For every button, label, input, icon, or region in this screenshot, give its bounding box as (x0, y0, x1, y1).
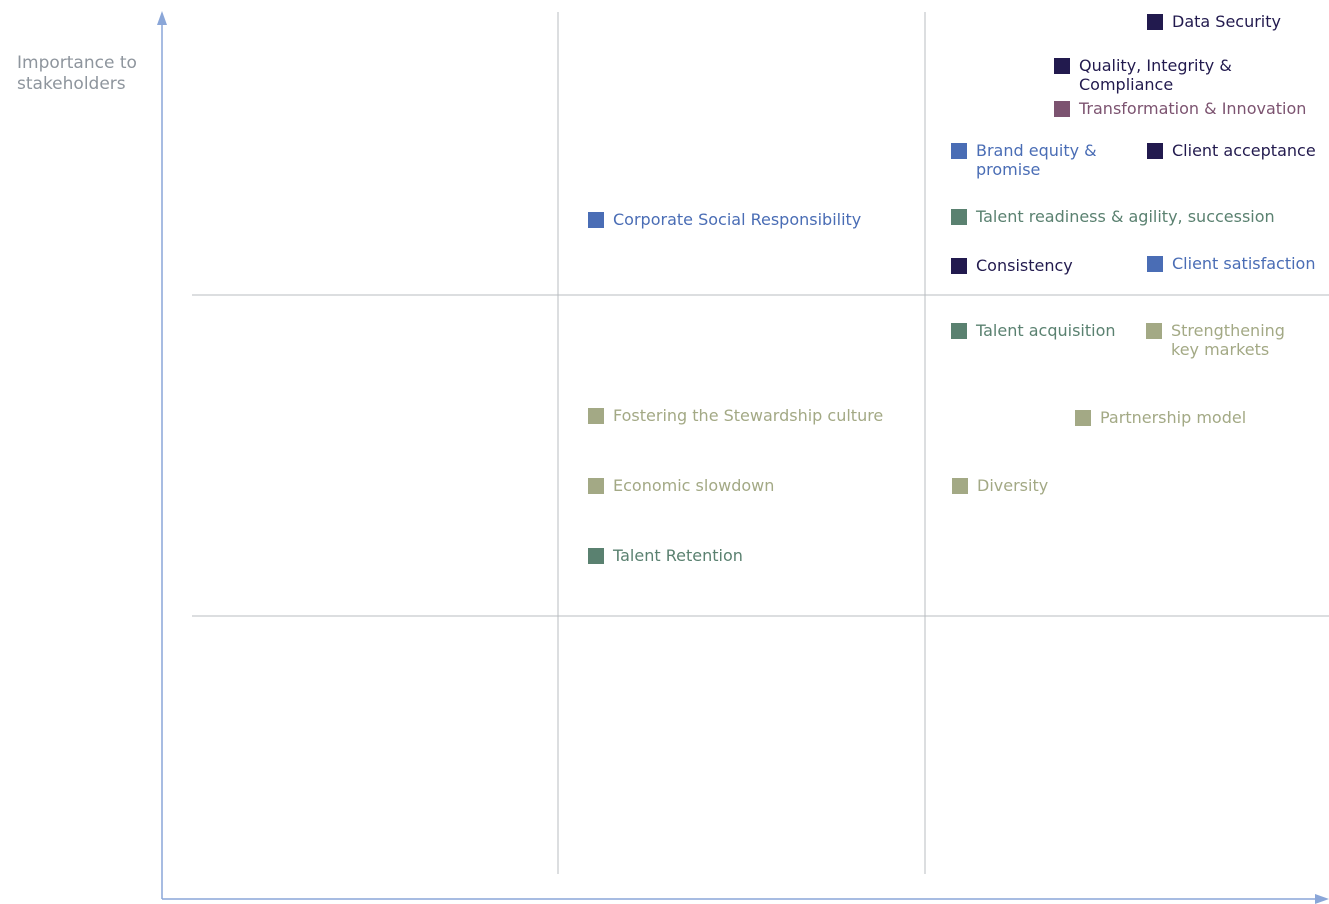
talent-readiness-label: Talent readiness & agility, succession (976, 207, 1275, 226)
data-security-marker (1147, 14, 1163, 30)
y-axis-arrow (157, 11, 167, 25)
talent-readiness-marker (951, 209, 967, 225)
partnership-model-marker (1075, 410, 1091, 426)
item-quality-integrity-compliance: Quality, Integrity & Compliance (1054, 56, 1329, 94)
client-satisfaction-marker (1147, 256, 1163, 272)
economic-slowdown-marker (588, 478, 604, 494)
item-client-acceptance: Client acceptance (1147, 141, 1316, 160)
item-corporate-social-responsibility: Corporate Social Responsibility (588, 210, 861, 229)
brand-equity-promise-marker (951, 143, 967, 159)
transformation-innovation-marker (1054, 101, 1070, 117)
item-economic-slowdown: Economic slowdown (588, 476, 774, 495)
diversity-label: Diversity (977, 476, 1049, 495)
item-talent-acquisition: Talent acquisition (951, 321, 1116, 340)
item-partnership-model: Partnership model (1075, 408, 1246, 427)
item-consistency: Consistency (951, 256, 1073, 275)
client-acceptance-label: Client acceptance (1172, 141, 1316, 160)
talent-retention-label: Talent Retention (613, 546, 743, 565)
item-data-security: Data Security (1147, 12, 1281, 31)
consistency-marker (951, 258, 967, 274)
talent-acquisition-marker (951, 323, 967, 339)
data-security-label: Data Security (1172, 12, 1281, 31)
diversity-marker (952, 478, 968, 494)
economic-slowdown-label: Economic slowdown (613, 476, 775, 495)
client-satisfaction-label: Client satisfaction (1172, 254, 1316, 273)
item-transformation-innovation: Transformation & Innovation (1054, 99, 1306, 118)
partnership-model-label: Partnership model (1100, 408, 1247, 427)
x-axis-arrow (1315, 894, 1329, 904)
item-diversity: Diversity (952, 476, 1048, 495)
item-brand-equity-promise: Brand equity & promise (951, 141, 1097, 179)
corporate-social-responsibility-marker (588, 212, 604, 228)
y-axis-label: Importance to stakeholders (17, 53, 137, 94)
item-fostering-stewardship-culture: Fostering the Stewardship culture (588, 406, 883, 425)
brand-equity-promise-label: Brand equity & promise (976, 141, 1097, 179)
strengthening-key-markets-marker (1146, 323, 1162, 339)
talent-acquisition-label: Talent acquisition (976, 321, 1116, 340)
client-acceptance-marker (1147, 143, 1163, 159)
corporate-social-responsibility-label: Corporate Social Responsibility (613, 210, 862, 229)
item-talent-retention: Talent Retention (588, 546, 743, 565)
item-strengthening-key-markets: Strengthening key markets (1146, 321, 1285, 359)
item-talent-readiness: Talent readiness & agility, succession (951, 207, 1275, 226)
strengthening-key-markets-label: Strengthening key markets (1171, 321, 1285, 359)
quality-integrity-compliance-marker (1054, 58, 1070, 74)
transformation-innovation-label: Transformation & Innovation (1079, 99, 1307, 118)
materiality-matrix (157, 11, 1329, 904)
talent-retention-marker (588, 548, 604, 564)
fostering-stewardship-culture-label: Fostering the Stewardship culture (613, 406, 884, 425)
fostering-stewardship-culture-marker (588, 408, 604, 424)
consistency-label: Consistency (976, 256, 1073, 275)
item-client-satisfaction: Client satisfaction (1147, 254, 1315, 273)
quality-integrity-compliance-label: Quality, Integrity & Compliance (1079, 56, 1232, 94)
